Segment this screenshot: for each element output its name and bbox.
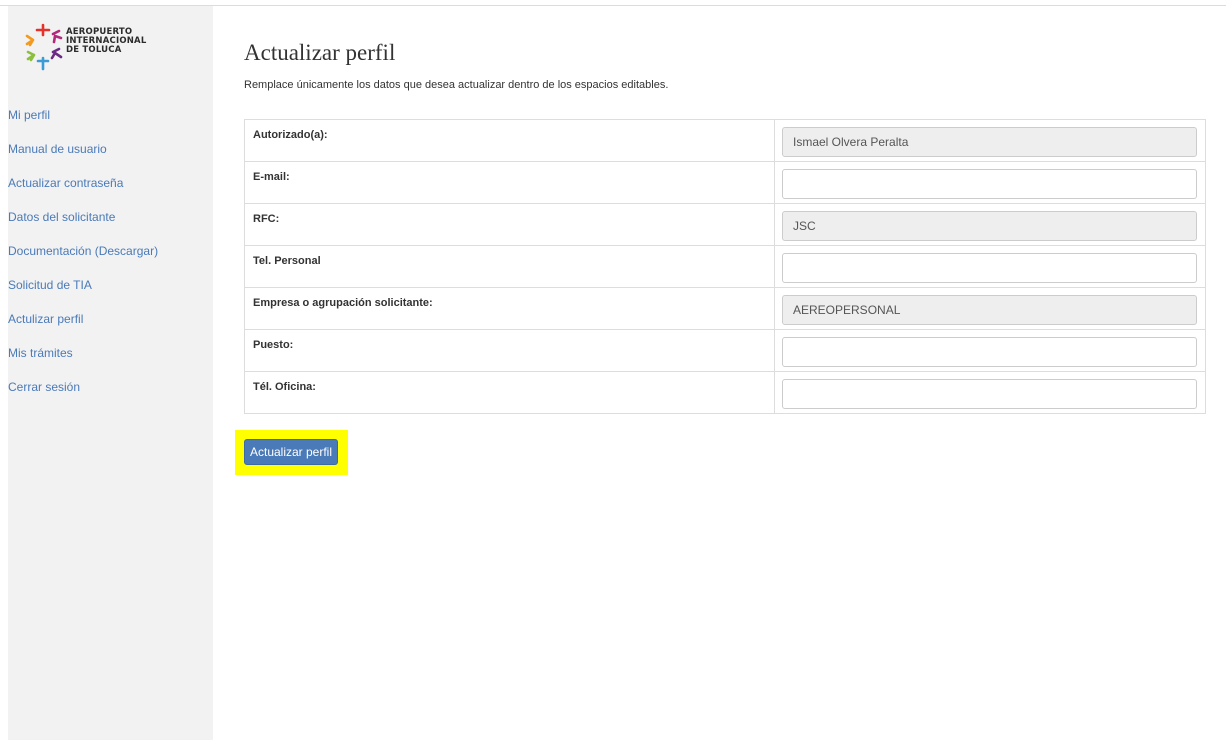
profile-form-table: Autorizado(a): E-mail: RFC: Tel. Persona… [244,119,1206,414]
form-row-autorizado: Autorizado(a): [244,119,1206,162]
page-subtitle: Remplace únicamente los datos que desea … [244,79,669,91]
sidebar-item-solicitud-de-tia[interactable]: Solicitud de TIA [8,278,213,312]
tel-oficina-field[interactable] [782,379,1197,409]
submit-highlight: Actualizar perfil [235,430,348,475]
sidebar-item-cerrar-sesion[interactable]: Cerrar sesión [8,380,213,414]
label-tel-personal: Tel. Personal [244,245,775,288]
puesto-field[interactable] [782,337,1197,367]
autorizado-field[interactable] [782,127,1197,157]
sidebar-item-actualizar-contrasena[interactable]: Actualizar contraseña [8,176,213,210]
sidebar-item-manual-de-usuario[interactable]: Manual de usuario [8,142,213,176]
sidebar-item-actulizar-perfil[interactable]: Actulizar perfil [8,312,213,346]
label-empresa: Empresa o agrupación solicitante: [244,287,775,330]
form-row-email: E-mail: [244,161,1206,204]
form-row-puesto: Puesto: [244,329,1206,372]
airport-logo-text: AEROPUERTO INTERNACIONAL DE TOLUCA [66,28,146,55]
page-title: Actualizar perfil [244,40,396,65]
sidebar-item-mis-tramites[interactable]: Mis trámites [8,346,213,380]
sidebar-item-datos-del-solicitante[interactable]: Datos del solicitante [8,210,213,244]
email-field[interactable] [782,169,1197,199]
rfc-field[interactable] [782,211,1197,241]
logo-line-3: DE TOLUCA [66,45,122,55]
sidebar-item-documentacion[interactable]: Documentación (Descargar) [8,244,213,278]
form-row-rfc: RFC: [244,203,1206,246]
sidebar: AEROPUERTO INTERNACIONAL DE TOLUCA Mi pe… [8,6,213,740]
airport-logo-icon [25,23,63,71]
sidebar-item-mi-perfil[interactable]: Mi perfil [8,108,213,142]
airport-logo[interactable]: AEROPUERTO INTERNACIONAL DE TOLUCA [24,22,184,78]
sidebar-nav: Mi perfil Manual de usuario Actualizar c… [8,108,213,414]
update-profile-button[interactable]: Actualizar perfil [244,439,338,465]
label-rfc: RFC: [244,203,775,246]
form-row-tel-personal: Tel. Personal [244,245,1206,288]
form-row-empresa: Empresa o agrupación solicitante: [244,287,1206,330]
label-puesto: Puesto: [244,329,775,372]
label-tel-oficina: Tél. Oficina: [244,371,775,414]
label-autorizado: Autorizado(a): [244,119,775,162]
label-email: E-mail: [244,161,775,204]
form-row-tel-oficina: Tél. Oficina: [244,371,1206,414]
tel-personal-field[interactable] [782,253,1197,283]
empresa-field[interactable] [782,295,1197,325]
